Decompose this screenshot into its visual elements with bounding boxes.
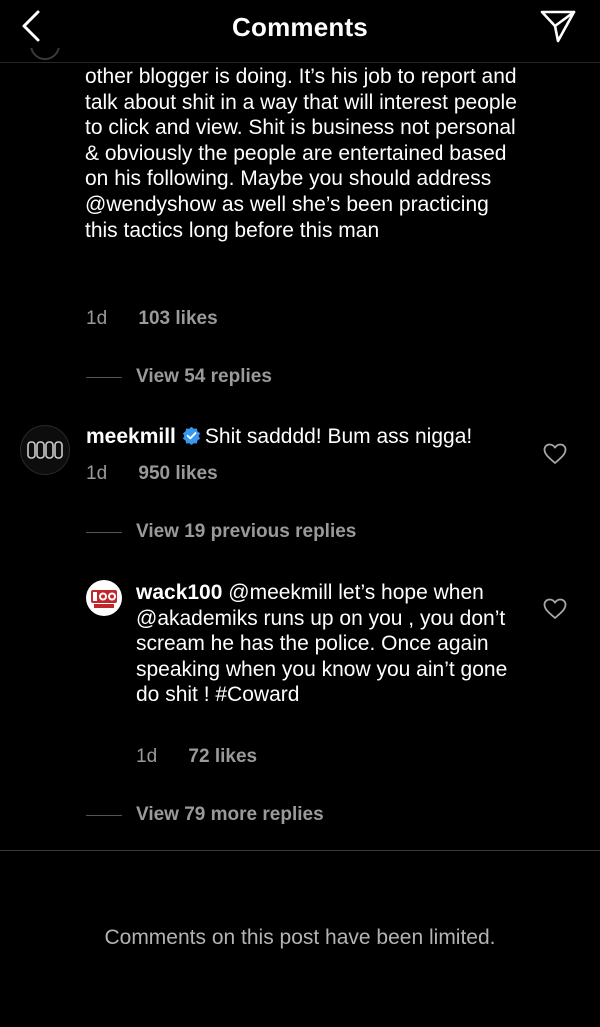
comment-meta: 1d 950 likes xyxy=(86,463,218,485)
top-bar: Comments xyxy=(0,0,600,63)
view-replies-button[interactable]: View 54 replies xyxy=(86,365,272,389)
reply-divider-line xyxy=(86,814,122,816)
avatar-meekmill[interactable] xyxy=(20,425,70,475)
view-previous-replies-label: View 19 previous replies xyxy=(136,521,357,542)
comment-time: 1d xyxy=(86,463,108,484)
wack100-logo-icon xyxy=(91,590,117,608)
likes-count[interactable]: 103 likes xyxy=(138,308,217,329)
view-more-replies-label: View 79 more replies xyxy=(136,804,324,825)
reply-time: 1d xyxy=(136,746,158,767)
username[interactable]: wack100 xyxy=(136,581,222,604)
avatar[interactable] xyxy=(30,48,60,62)
view-more-replies-button[interactable]: View 79 more replies xyxy=(86,803,324,827)
likes-count[interactable]: 72 likes xyxy=(188,746,257,767)
footer-divider xyxy=(0,850,600,851)
reply-divider-line xyxy=(86,531,122,533)
heart-icon[interactable] xyxy=(543,598,567,620)
comment-text: other blogger is doing. It’s his job to … xyxy=(85,65,517,242)
reply-meta: 1d 72 likes xyxy=(136,746,257,768)
comments-limited-notice: Comments on this post have been limited. xyxy=(104,926,496,949)
view-previous-replies-button[interactable]: View 19 previous replies xyxy=(86,520,356,544)
comment-time: 1d xyxy=(86,308,108,329)
reply-divider-line xyxy=(86,376,122,378)
paper-plane-icon[interactable] xyxy=(538,8,578,44)
page-title: Comments xyxy=(232,12,368,42)
comment-text: Shit sadddd! Bum ass nigga! xyxy=(204,425,473,448)
reply-body: wack100 @meekmill let’s hope when @akade… xyxy=(136,580,516,708)
meekmill-logo-icon xyxy=(27,441,63,459)
avatar-wack100[interactable] xyxy=(86,580,122,616)
heart-icon[interactable] xyxy=(543,443,567,465)
comment-meta: 1d 103 likes xyxy=(86,308,218,330)
view-replies-label: View 54 replies xyxy=(136,366,272,387)
comment-body: meekmill Shit sadddd! Bum ass nigga! xyxy=(86,424,526,450)
likes-count[interactable]: 950 likes xyxy=(138,463,217,484)
username[interactable]: meekmill xyxy=(86,425,176,448)
verified-badge-icon xyxy=(182,426,200,445)
